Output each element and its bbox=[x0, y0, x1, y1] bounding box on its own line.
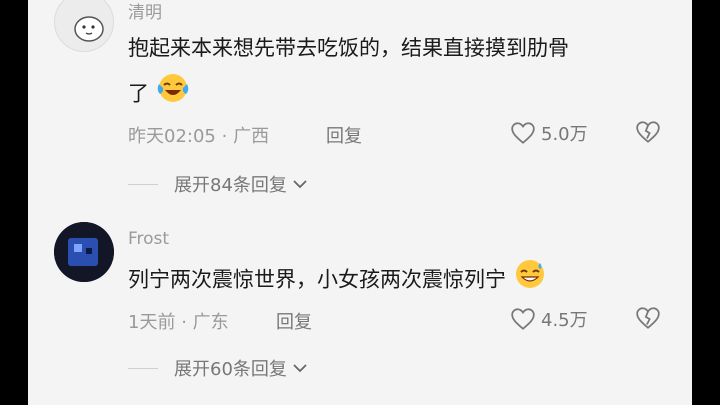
broken-heart-icon bbox=[636, 121, 660, 143]
separator: · bbox=[221, 126, 228, 147]
expand-replies[interactable]: 展开84条回复 bbox=[128, 171, 309, 197]
reply-button[interactable]: 回复 bbox=[326, 122, 362, 148]
avatar[interactable] bbox=[54, 222, 114, 282]
comment-text-tail: 了 bbox=[128, 81, 149, 106]
comment-meta: 昨天02:05 · 广西 bbox=[128, 122, 269, 148]
divider-line bbox=[128, 367, 158, 369]
username[interactable]: Frost bbox=[128, 229, 169, 249]
crying-laughing-emoji bbox=[156, 72, 190, 117]
chevron-down-icon bbox=[293, 180, 307, 189]
dislike-button[interactable] bbox=[635, 120, 661, 148]
heart-icon bbox=[511, 308, 535, 330]
like-button[interactable]: 5.0万 bbox=[510, 120, 588, 146]
username[interactable]: 清明 bbox=[128, 0, 162, 23]
expand-replies-label: 展开60条回复 bbox=[174, 359, 287, 380]
grinning-sweat-emoji bbox=[513, 258, 547, 303]
expand-replies[interactable]: 展开60条回复 bbox=[128, 355, 309, 381]
reply-button[interactable]: 回复 bbox=[276, 308, 312, 334]
broken-heart-icon bbox=[636, 307, 660, 329]
comment-text: 列宁两次震惊世界，小女孩两次震惊列宁 bbox=[128, 258, 547, 303]
heart-icon bbox=[511, 122, 535, 144]
divider-line bbox=[128, 183, 158, 185]
comment-text-continued: 了 bbox=[128, 72, 190, 117]
comment-panel: 清明 抱起来本来想先带去吃饭的，结果直接摸到肋骨 了 昨天02:05 · 广西 … bbox=[28, 0, 692, 405]
like-count: 4.5万 bbox=[541, 310, 588, 331]
timestamp: 昨天02:05 bbox=[128, 126, 216, 147]
expand-replies-label: 展开84条回复 bbox=[174, 175, 287, 196]
like-button[interactable]: 4.5万 bbox=[510, 306, 588, 332]
comment-text-body: 列宁两次震惊世界，小女孩两次震惊列宁 bbox=[128, 267, 506, 292]
chevron-down-icon bbox=[293, 364, 307, 373]
location: 广东 bbox=[192, 312, 229, 333]
timestamp: 1天前 bbox=[128, 312, 176, 333]
dislike-button[interactable] bbox=[635, 306, 661, 334]
comment-text: 抱起来本来想先带去吃饭的，结果直接摸到肋骨 bbox=[128, 36, 569, 60]
separator: · bbox=[181, 312, 187, 333]
location: 广西 bbox=[233, 126, 270, 147]
comment-meta: 1天前 · 广东 bbox=[128, 308, 229, 334]
like-count: 5.0万 bbox=[541, 124, 588, 145]
avatar[interactable] bbox=[54, 0, 114, 52]
